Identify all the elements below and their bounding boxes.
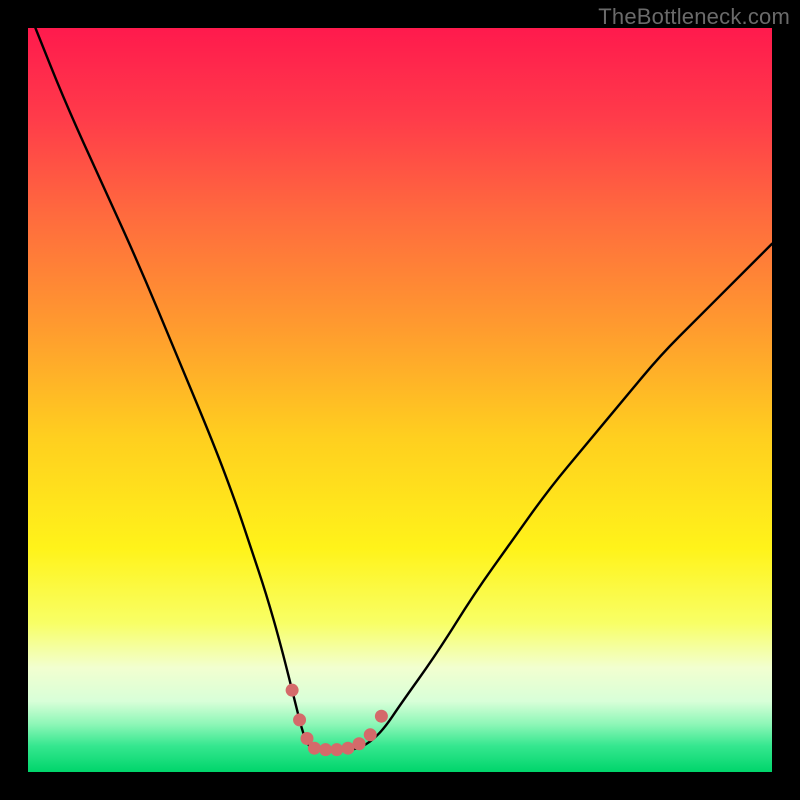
min-dot <box>330 743 343 756</box>
min-dot <box>319 743 332 756</box>
chart-frame: TheBottleneck.com <box>0 0 800 800</box>
min-dot <box>293 713 306 726</box>
min-dot <box>341 742 354 755</box>
min-dot <box>375 710 388 723</box>
watermark-text: TheBottleneck.com <box>598 4 790 30</box>
plot-area <box>28 28 772 772</box>
min-region-dots <box>28 28 772 772</box>
min-dot <box>308 742 321 755</box>
min-dot <box>286 684 299 697</box>
min-dot <box>364 728 377 741</box>
min-dot <box>353 737 366 750</box>
